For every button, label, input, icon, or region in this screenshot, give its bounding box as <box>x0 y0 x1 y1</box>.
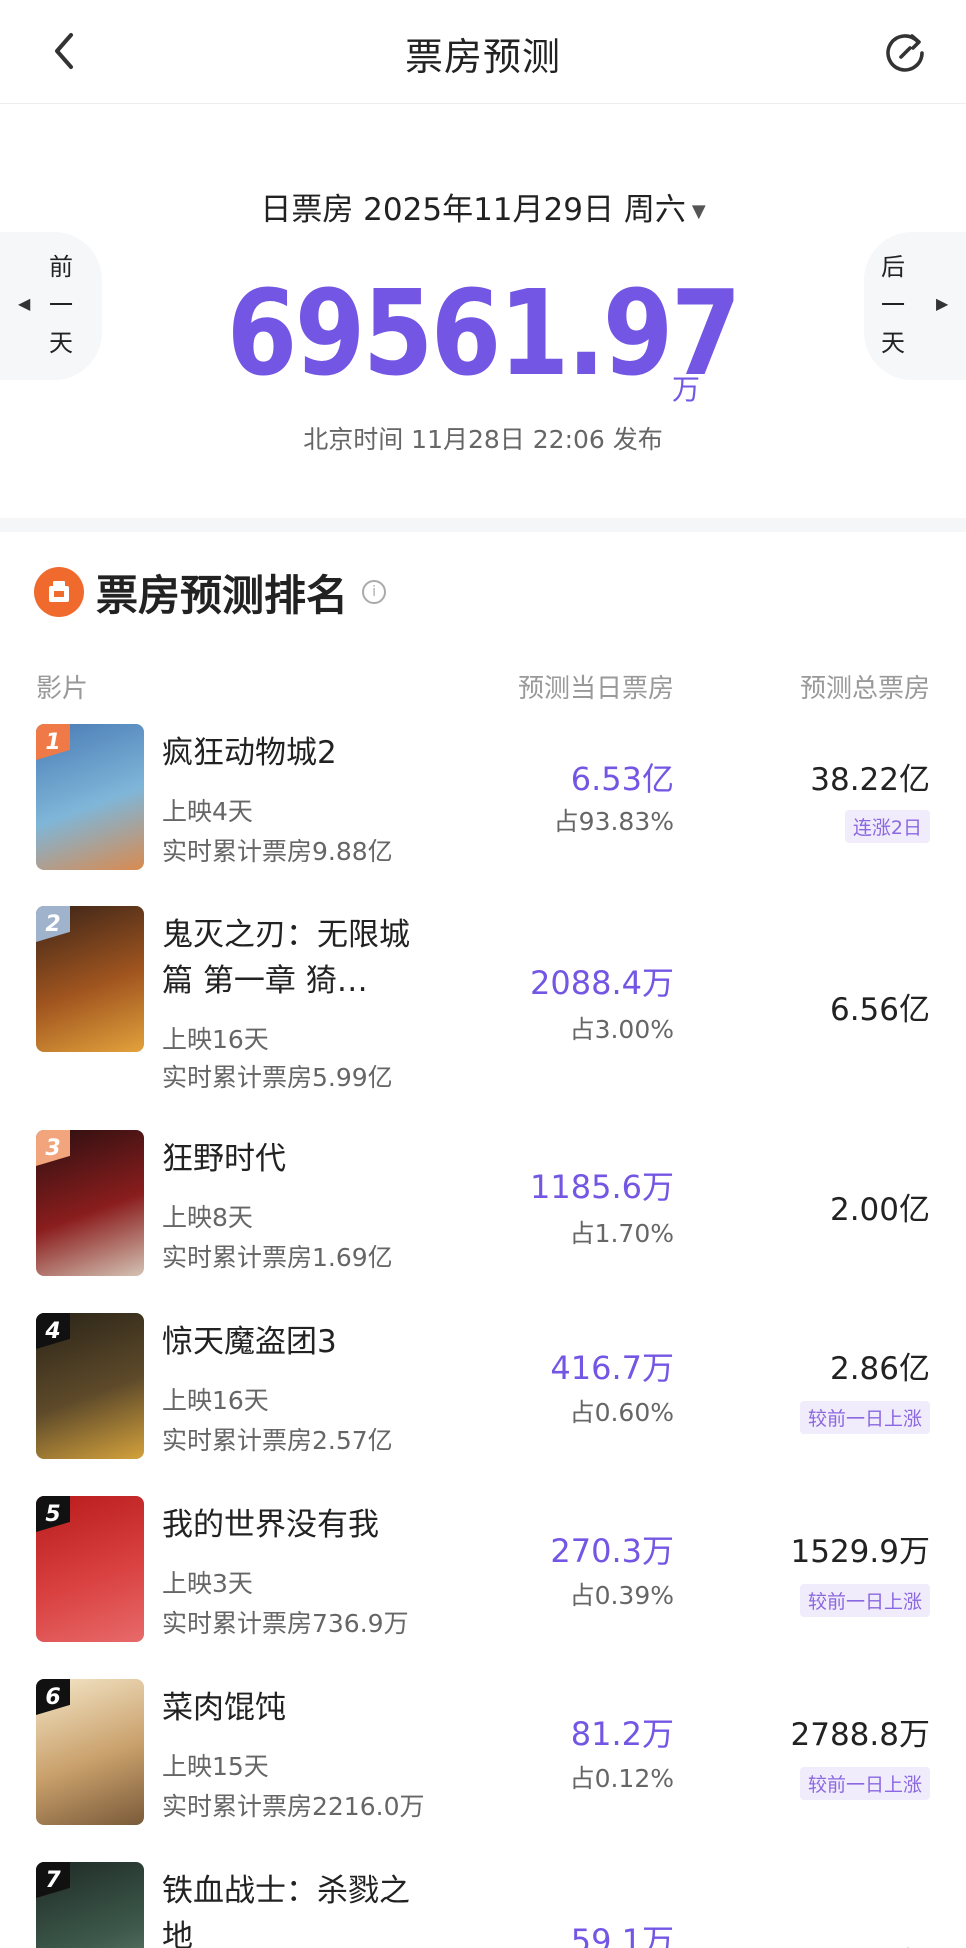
ranking-title: 票房预测排名 <box>96 570 349 620</box>
day-forecast-share: 占0.39% <box>569 1581 674 1610</box>
movie-poster: 7 <box>36 1862 144 1948</box>
daily-summary: 日票房 2025年11月29日 周六 ▼ ◀ 前 一 天 后 一 天 ▶ 6956… <box>0 104 966 518</box>
rank-badge: 5 <box>36 1496 70 1532</box>
trend-tag: 较前一日上涨 <box>799 1401 930 1434</box>
day-forecast-share: 占0.60% <box>569 1398 674 1427</box>
total-forecast-value: 1.02亿 <box>830 1938 930 1948</box>
day-forecast-value: 2088.4万 <box>530 964 674 1002</box>
trend-tag: 较前一日上涨 <box>799 1584 930 1617</box>
dropdown-caret-icon: ▼ <box>691 201 706 222</box>
movie-poster: 4 <box>36 1313 144 1459</box>
rank-badge: 3 <box>36 1130 70 1166</box>
refresh-icon <box>886 34 924 72</box>
total-forecast-value: 1529.9万 <box>790 1534 930 1570</box>
days-in-release: 上映4天 <box>162 797 253 826</box>
day-forecast-value: 1185.6万 <box>530 1168 674 1206</box>
refresh-button[interactable] <box>880 28 930 78</box>
total-forecast-value: 2.86亿 <box>829 1351 930 1387</box>
days-in-release: 上映16天 <box>162 1025 269 1054</box>
column-header-total-forecast: 预测总票房 <box>799 674 930 704</box>
date-selector[interactable]: 日票房 2025年11月29日 周六 ▼ <box>0 184 966 229</box>
trend-tag: 较前一日上涨 <box>799 1767 930 1800</box>
cumulative-box-office: 实时累计票房2.57亿 <box>162 1426 393 1455</box>
day-forecast-value: 81.2万 <box>570 1715 674 1753</box>
ranking-header: 票房预测排名 i <box>34 562 387 622</box>
movie-title: 疯狂动物城2 <box>162 735 337 771</box>
rank-badge: 1 <box>36 724 70 760</box>
days-in-release: 上映3天 <box>162 1569 253 1598</box>
column-header-film: 影片 <box>36 674 89 704</box>
total-unit: 万 <box>672 373 701 406</box>
movie-poster: 6 <box>36 1679 144 1825</box>
movie-poster: 1 <box>36 724 144 870</box>
cumulative-box-office: 实时累计票房9.88亿 <box>162 837 393 866</box>
days-in-release: 上映8天 <box>162 1203 253 1232</box>
page-title: 票房预测 <box>404 35 561 79</box>
rank-badge: 4 <box>36 1313 70 1349</box>
total-forecast-value: 2.00亿 <box>829 1192 930 1228</box>
total-forecast-value: 38.22亿 <box>810 762 930 798</box>
movie-poster: 2 <box>36 906 144 1052</box>
info-icon[interactable]: i <box>362 580 387 604</box>
day-forecast-value: 6.53亿 <box>570 760 674 798</box>
cumulative-box-office: 实时累计票房736.9万 <box>162 1609 409 1638</box>
day-forecast-share: 占1.70% <box>569 1219 674 1248</box>
rank-badge: 7 <box>36 1862 70 1898</box>
total-forecast-value: 2788.8万 <box>790 1717 930 1753</box>
date-label: 日票房 2025年11月29日 周六 <box>260 192 686 228</box>
day-forecast-share: 占3.00% <box>569 1015 674 1044</box>
top-bar: 票房预测 <box>0 0 966 104</box>
rank-badge: 6 <box>36 1679 70 1715</box>
section-divider <box>0 518 966 532</box>
movie-title: 铁血战士：杀戮之地 <box>162 1873 410 1948</box>
day-forecast-value: 59.1万 <box>570 1922 674 1948</box>
movie-poster: 5 <box>36 1496 144 1642</box>
total-forecast-value: 6.56亿 <box>829 992 930 1028</box>
cumulative-box-office: 实时累计票房1.69亿 <box>162 1243 393 1272</box>
movie-title: 我的世界没有我 <box>162 1507 379 1543</box>
days-in-release: 上映16天 <box>162 1386 269 1415</box>
day-forecast-share: 占93.83% <box>553 807 674 836</box>
total-box-office: 69561.97 万 <box>0 264 966 406</box>
total-value: 69561.97 <box>226 264 742 402</box>
film-ticket-icon <box>34 567 84 617</box>
cumulative-box-office: 实时累计票房2216.0万 <box>162 1792 425 1821</box>
rank-badge: 2 <box>36 906 70 942</box>
day-forecast-value: 416.7万 <box>550 1349 674 1387</box>
trend-tag: 连涨2日 <box>844 810 930 843</box>
movie-title: 狂野时代 <box>162 1141 286 1177</box>
movie-poster: 3 <box>36 1130 144 1276</box>
publish-time: 北京时间 11月28日 22:06 发布 <box>303 425 663 454</box>
days-in-release: 上映15天 <box>162 1752 269 1781</box>
cumulative-box-office: 实时累计票房5.99亿 <box>162 1063 393 1092</box>
movie-title: 惊天魔盗团3 <box>162 1324 337 1360</box>
movie-title: 鬼灭之刃：无限城篇 第一章 猗… <box>162 917 410 999</box>
day-forecast-share: 占0.12% <box>569 1764 674 1793</box>
column-header-day-forecast: 预测当日票房 <box>517 674 674 704</box>
day-forecast-value: 270.3万 <box>550 1532 674 1570</box>
movie-title: 菜肉馄饨 <box>162 1690 286 1726</box>
